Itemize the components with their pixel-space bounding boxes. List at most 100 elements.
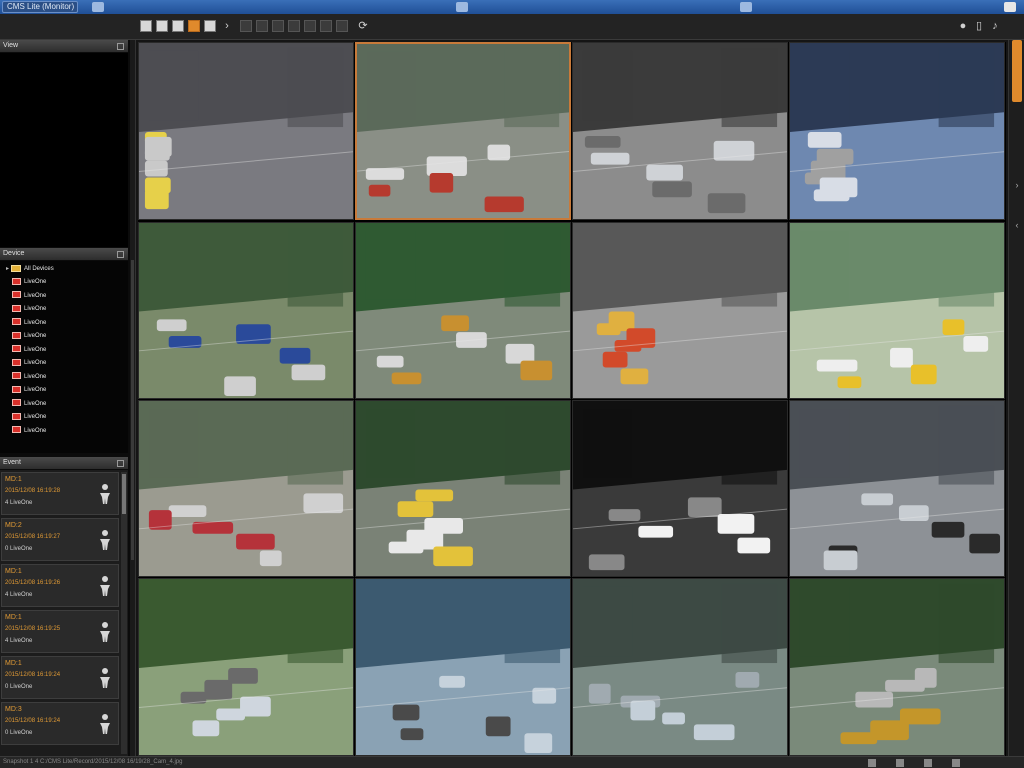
device-item[interactable]: LiveOne — [12, 291, 46, 302]
camera-traffic-buses[interactable] — [572, 222, 788, 399]
toolbar-button[interactable] — [304, 20, 316, 32]
toolbar-button[interactable] — [336, 20, 348, 32]
camera-icon — [12, 372, 21, 380]
title-bar-button[interactable] — [92, 2, 104, 12]
camera-rooftop-ramp[interactable] — [789, 578, 1005, 756]
video-frame — [139, 43, 353, 219]
device-item[interactable]: LiveOne — [12, 304, 46, 315]
refresh-icon[interactable]: ⟳ — [356, 18, 370, 34]
event-type: MD:1 — [5, 660, 22, 667]
panel-splitter[interactable] — [130, 40, 135, 756]
toolbar-button[interactable] — [288, 20, 300, 32]
camera-icon — [12, 304, 21, 312]
wrench-icon[interactable]: ♪ — [988, 18, 1002, 34]
toolbar-button[interactable] — [256, 20, 268, 32]
grid-scrollbar[interactable]: › ‹ — [1008, 40, 1024, 756]
device-item[interactable]: LiveOne — [12, 331, 46, 342]
device-item[interactable]: LiveOne — [12, 345, 46, 356]
scroll-arrow-icon[interactable]: › — [1012, 180, 1022, 190]
camera-parking-car[interactable] — [572, 42, 788, 220]
status-icon — [868, 759, 876, 767]
device-item-label: LiveOne — [24, 427, 47, 434]
view-panel-header[interactable]: View — [0, 40, 128, 52]
toolbar-button[interactable] — [240, 20, 252, 32]
video-frame — [573, 223, 787, 398]
splitter-thumb[interactable] — [131, 260, 134, 560]
layout-16-button[interactable] — [204, 20, 216, 32]
event-item[interactable]: MD:1 2015/12/08 16:19:24 0 LiveOne — [1, 656, 119, 699]
event-type: MD:2 — [5, 522, 22, 529]
camera-office-desks[interactable] — [572, 578, 788, 756]
camera-icon — [12, 399, 21, 407]
camera-office-towers[interactable] — [355, 578, 571, 756]
device-root-label: All Devices — [24, 266, 54, 272]
scrollbar-thumb[interactable] — [1012, 40, 1022, 102]
toolbar-button[interactable] — [320, 20, 332, 32]
camera-taxi-gate[interactable] — [789, 222, 1005, 399]
device-item[interactable]: LiveOne — [12, 372, 46, 383]
layout-9-button[interactable] — [188, 20, 200, 32]
video-frame — [790, 223, 1004, 398]
camera-gas-station[interactable] — [355, 222, 571, 399]
event-item[interactable]: MD:1 2015/12/08 16:19:26 4 LiveOne — [1, 564, 119, 607]
expand-icon[interactable]: ▸ — [6, 264, 9, 275]
event-list: MD:1 2015/12/08 16:19:28 4 LiveOne MD:2 2015… — [0, 470, 128, 756]
scroll-arrow-icon[interactable]: ‹ — [1012, 220, 1022, 230]
window-title: CMS Lite (Monitor) — [2, 1, 78, 13]
event-scrollbar[interactable] — [121, 472, 127, 754]
camera-shop-counter[interactable] — [789, 42, 1005, 220]
event-type: MD:3 — [5, 706, 22, 713]
layout-6-button[interactable] — [172, 20, 184, 32]
view-panel — [0, 53, 128, 247]
lock-icon[interactable]: ● — [956, 18, 970, 34]
close-window-button[interactable] — [1004, 2, 1016, 12]
device-item-label: LiveOne — [24, 279, 47, 285]
devices-panel-header[interactable]: Device — [0, 248, 128, 260]
device-item[interactable]: LiveOne — [12, 358, 46, 369]
device-item[interactable]: LiveOne — [12, 426, 46, 437]
event-type: MD:1 — [5, 614, 22, 621]
event-item[interactable]: MD:3 2015/12/08 16:19:24 0 LiveOne — [1, 702, 119, 745]
camera-scooter-lot[interactable] — [138, 222, 354, 399]
camera-crosswalk[interactable] — [355, 400, 571, 577]
status-icon — [924, 759, 932, 767]
camera-bus-stop[interactable] — [355, 42, 571, 220]
layout-1-button[interactable] — [140, 20, 152, 32]
video-frame — [790, 43, 1004, 219]
device-item-label: LiveOne — [24, 333, 47, 339]
event-time: 2015/12/08 16:19:24 — [5, 672, 61, 678]
device-item[interactable]: LiveOne — [12, 385, 46, 396]
camera-white-sedan[interactable] — [572, 400, 788, 577]
video-frame — [139, 579, 353, 755]
toolbar-button[interactable] — [272, 20, 284, 32]
scrollbar-thumb[interactable] — [122, 474, 126, 514]
camera-street-intersection[interactable] — [138, 42, 354, 220]
event-item[interactable]: MD:1 2015/12/08 16:19:25 4 LiveOne — [1, 610, 119, 653]
event-source: 4 LiveOne — [5, 500, 33, 506]
event-source: 0 LiveOne — [5, 684, 33, 690]
device-item[interactable]: LiveOne — [12, 399, 46, 410]
camera-park-walkway[interactable] — [138, 578, 354, 756]
toolbar: › ⟳ ● ▯ ♪ — [0, 14, 1024, 40]
event-source: 0 LiveOne — [5, 730, 33, 736]
camera-icon — [12, 385, 21, 393]
document-icon[interactable]: ▯ — [972, 18, 986, 34]
device-item[interactable]: LiveOne — [12, 412, 46, 423]
camera-sidewalk-truck[interactable] — [138, 400, 354, 577]
device-item[interactable]: LiveOne — [12, 277, 46, 288]
layout-4-button[interactable] — [156, 20, 168, 32]
device-item[interactable]: LiveOne — [12, 318, 46, 329]
device-tree-root[interactable]: ▸ All Devices — [6, 264, 54, 275]
camera-parking-street[interactable] — [789, 400, 1005, 577]
device-item-label: LiveOne — [24, 319, 47, 326]
event-item[interactable]: MD:1 2015/12/08 16:19:28 4 LiveOne — [1, 472, 119, 515]
video-frame — [356, 579, 570, 755]
title-bar-button[interactable] — [456, 2, 468, 12]
next-layout-icon[interactable]: › — [220, 18, 234, 34]
title-bar-button[interactable] — [740, 2, 752, 12]
event-item[interactable]: MD:2 2015/12/08 16:19:27 0 LiveOne — [1, 518, 119, 561]
event-panel-header[interactable]: Event — [0, 457, 128, 469]
video-frame — [356, 223, 570, 398]
person-icon — [100, 622, 110, 642]
person-icon — [100, 576, 110, 596]
